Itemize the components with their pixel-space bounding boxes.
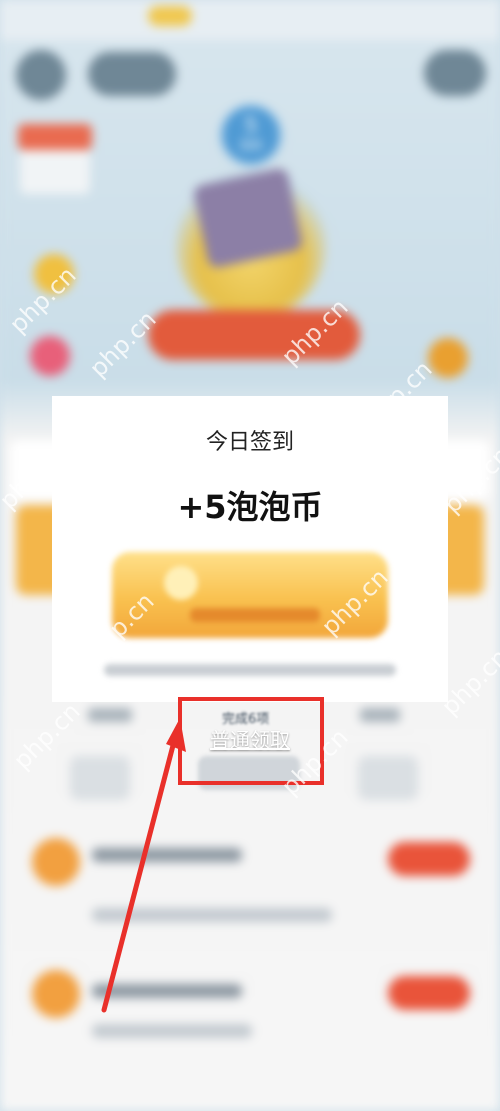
pointer-arrow-icon [101, 718, 186, 1013]
